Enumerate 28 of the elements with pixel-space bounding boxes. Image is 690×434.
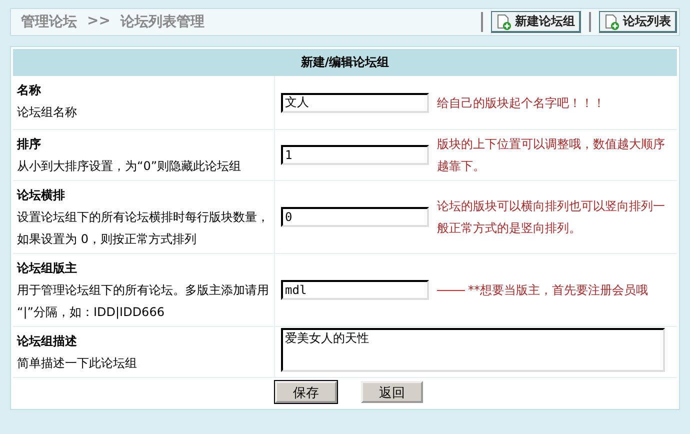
input-field[interactable]: 0 (281, 207, 429, 227)
input-field[interactable]: 文人 (281, 92, 429, 112)
form-header: 新建/编辑论坛组 (13, 49, 677, 76)
field-label: 论坛横排 (17, 187, 66, 204)
field-description: 用于管理论坛组下的所有论坛。多版主添加请用 “|”分隔，如：IDD|IDD666 (17, 283, 269, 319)
hint-text: 版块的上下位置可以调整哦，数值越大顺序越靠下。 (437, 136, 666, 175)
input-field[interactable]: mdl (281, 280, 429, 300)
hint-text: 论坛的版块可以横向排列也可以竖向排列一般正常方式的是竖向排列。 (437, 198, 666, 237)
field-description: 简单描述一下此论坛组 (17, 356, 137, 370)
add-page-icon (604, 14, 620, 30)
field-label: 排序 (17, 136, 42, 153)
toolbar-button[interactable]: 新建论坛组 (491, 11, 581, 33)
text-area[interactable]: 爱美女人的天性 (281, 328, 665, 372)
field-description: 从小到大排序设置，为“0”则隐藏此论坛组 (17, 159, 242, 173)
field-description: 论坛组名称 (17, 105, 77, 119)
hint-text: **想要当版主，首先要注册会员哦 (468, 282, 648, 299)
page-title: 论坛列表管理 (120, 13, 204, 31)
field-label: 论坛组版主 (17, 260, 78, 277)
field-label: 论坛组描述 (17, 333, 78, 350)
form-button[interactable]: 返回 (361, 381, 423, 403)
form-button[interactable]: 保存 (275, 381, 337, 403)
field-description: 设置论坛组下的所有论坛横排时每行版块数量，如果设置为 0，则按正常方式排列 (17, 210, 269, 246)
toolbar-button[interactable]: 论坛列表 (599, 11, 677, 33)
breadcrumb-separator: >> (87, 13, 110, 31)
input-field[interactable]: 1 (281, 145, 429, 165)
hint-text: 给自己的版块起个名字吧！！！ (437, 94, 606, 112)
field-label: 名称 (17, 82, 42, 99)
add-page-icon (496, 14, 512, 30)
